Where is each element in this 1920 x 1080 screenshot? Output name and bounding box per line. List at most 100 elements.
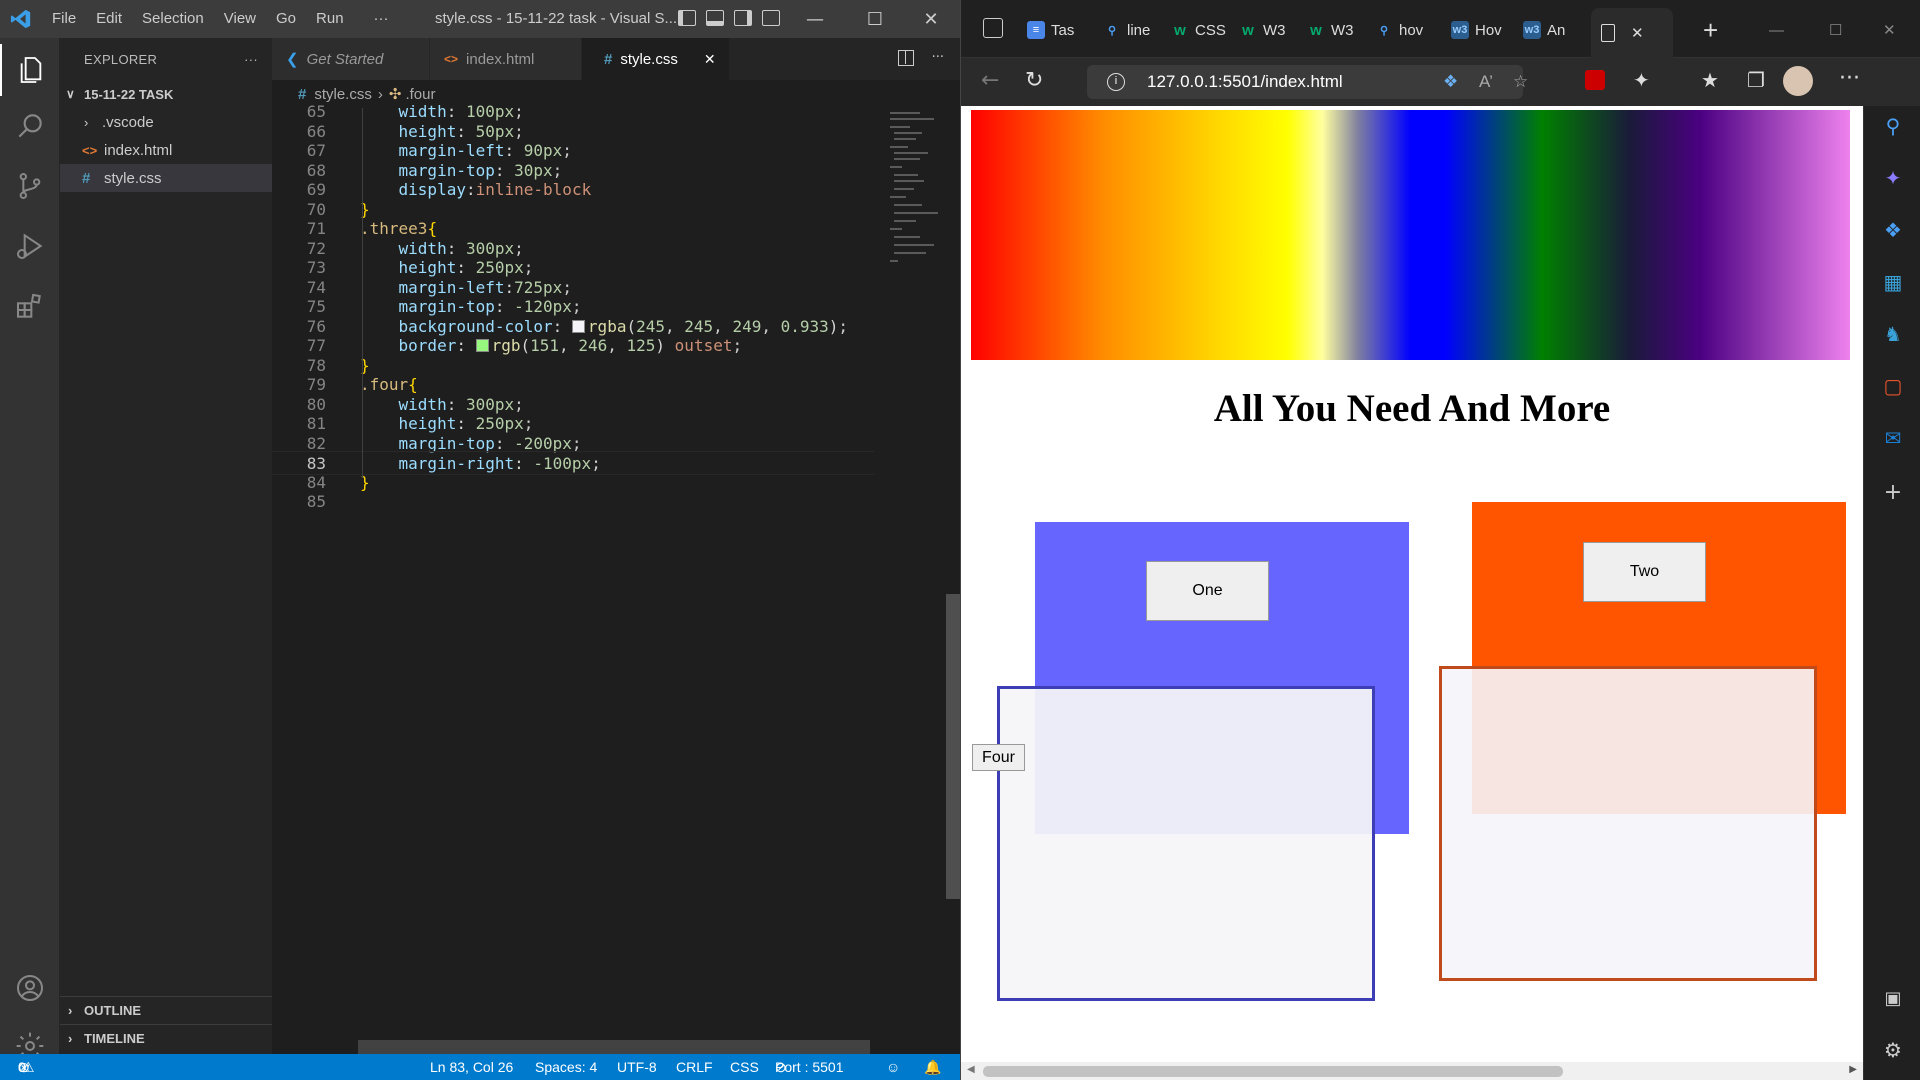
run-debug-icon[interactable] [0,220,60,272]
search-icon[interactable]: ⚲ [1864,106,1920,146]
title-bar: File Edit Selection View Go Run ··· styl… [0,0,960,38]
games-icon[interactable]: ♞ [1864,314,1920,354]
accounts-icon[interactable] [0,962,60,1014]
outline-section[interactable]: › OUTLINE [60,996,272,1023]
page-heading: All You Need And More [1213,387,1611,430]
browser-tab[interactable]: ≡ Tas [1027,14,1074,46]
close-tab-icon[interactable]: ✕ [1631,24,1644,42]
favorites-icon[interactable]: ★ [1701,68,1719,92]
notifications-bell-icon[interactable]: 🔔 [924,1054,941,1080]
address-bar[interactable]: i 127.0.0.1:5501/index.html ❖ A’ ☆ [1087,65,1528,99]
line-ending[interactable]: CRLF [676,1054,713,1080]
browser-tab[interactable]: ⚲ line [1103,14,1150,46]
more-actions-icon[interactable]: ··· [932,50,944,66]
more-menu-icon[interactable]: ··· [1839,66,1860,91]
tree-item-vscode[interactable]: › .vscode [60,108,272,136]
w3-icon: w3 [1451,21,1469,39]
add-icon[interactable]: + [1864,472,1920,512]
code-line[interactable]: 85 [272,490,874,514]
code-editor[interactable]: 65 width: 100px; 66 height: 50px; 67 margi… [272,102,874,1054]
browser-tab-label: Hov [1475,21,1502,39]
toggle-panel-icon[interactable] [706,10,724,26]
search-icon[interactable] [0,100,60,152]
menu-selection[interactable]: Selection [132,0,214,38]
browser-tab-label: CSS [1195,21,1226,39]
minimap[interactable] [884,108,946,278]
extensions-puzzle-icon[interactable]: ✦ [1633,68,1650,92]
tree-item-index-html[interactable]: <> index.html [60,136,272,164]
editor-vertical-scrollbar[interactable] [946,594,960,899]
settings-gear-icon[interactable]: ⚙ [1864,1030,1920,1070]
maximize-button[interactable]: ☐ [852,0,898,38]
tree-item-style-css[interactable]: # style.css [60,164,272,192]
copilot-sparkle-icon[interactable]: ✦ [1864,158,1920,198]
close-button[interactable]: ✕ [1883,14,1896,46]
browser-tab[interactable]: w3 An [1523,14,1565,46]
minimize-button[interactable]: — [1769,14,1784,46]
hide-sidebar-icon[interactable]: ▣ [1864,978,1920,1018]
color-swatch[interactable] [571,319,585,333]
layout-controls [678,10,780,26]
maximize-button[interactable]: ☐ [1829,14,1842,46]
editor-horizontal-scrollbar[interactable] [358,1040,870,1054]
button-two[interactable]: Two [1583,542,1706,602]
browser-tab[interactable]: ⚲ hov [1375,14,1423,46]
new-tab-button[interactable]: + [1703,14,1718,46]
minimize-button[interactable]: — [792,0,838,38]
button-one[interactable]: One [1146,561,1269,621]
tab-actions-icon[interactable] [983,18,1003,38]
browser-tab[interactable]: w W3 [1307,14,1353,46]
outlook-icon[interactable]: ✉ [1864,418,1920,458]
favorite-add-icon[interactable]: ☆ [1513,65,1528,99]
extension-shield-icon[interactable] [1585,70,1605,90]
menu-go[interactable]: Go [266,0,306,38]
activity-bar [0,38,60,1060]
shopping-tag-icon[interactable]: ❖ [1864,210,1920,250]
editor-tabs: ❮ Get Started <> index.html # style.css … [272,38,960,80]
refresh-icon[interactable]: ↻ [1025,68,1043,93]
scrollbar-thumb[interactable] [983,1066,1563,1077]
close-button[interactable]: ✕ [908,0,954,38]
tab-get-started[interactable]: ❮ Get Started [272,38,430,80]
close-tab-icon[interactable]: ✕ [704,51,716,68]
scroll-left-icon[interactable]: ◀ [967,1064,975,1075]
button-four[interactable]: Four [972,744,1025,771]
toggle-secondary-sidebar-icon[interactable] [734,10,752,26]
page-horizontal-scrollbar[interactable]: ◀ ▶ [961,1062,1863,1080]
tab-style-css[interactable]: # style.css ✕ [582,38,730,80]
menu-file[interactable]: File [42,0,86,38]
cursor-position[interactable]: Ln 83, Col 26 [430,1054,513,1080]
explorer-icon[interactable] [0,44,60,96]
split-editor-icon[interactable] [897,50,914,66]
indentation[interactable]: Spaces: 4 [535,1054,597,1080]
back-arrow-icon[interactable]: ← [981,68,999,93]
menu-run[interactable]: Run [306,0,354,38]
read-aloud-icon[interactable]: A’ [1479,65,1493,99]
collections-icon[interactable]: ❐ [1747,68,1765,92]
menu-edit[interactable]: Edit [86,0,132,38]
color-swatch[interactable] [475,339,489,352]
browser-tab[interactable]: w W3 [1239,14,1285,46]
office-icon[interactable]: ▢ [1864,366,1920,406]
feedback-icon[interactable]: ☺ [886,1054,900,1080]
tab-index-html[interactable]: <> index.html [430,38,582,80]
active-browser-tab[interactable]: ✕ [1591,8,1673,58]
menu-more[interactable]: ··· [354,0,399,38]
explorer-more-button[interactable]: ··· [244,52,258,67]
timeline-section[interactable]: › TIMELINE [60,1024,272,1051]
profile-avatar[interactable] [1783,66,1813,96]
customize-layout-icon[interactable] [762,10,780,26]
extensions-icon[interactable] [0,280,60,332]
coupon-icon[interactable]: ❖ [1443,65,1458,99]
language-mode[interactable]: CSS [730,1054,759,1080]
scroll-right-icon[interactable]: ▶ [1849,1064,1857,1075]
browser-tab[interactable]: w3 Hov [1451,14,1502,46]
browser-tab[interactable]: w CSS [1171,14,1226,46]
source-control-icon[interactable] [0,160,60,212]
menu-view[interactable]: View [214,0,266,38]
toggle-sidebar-icon[interactable] [678,10,696,26]
folder-root[interactable]: ∨ 15-11-22 TASK [60,80,272,108]
tools-briefcase-icon[interactable]: ▦ [1864,262,1920,302]
encoding[interactable]: UTF-8 [617,1054,657,1080]
html-file-icon: <> [444,52,459,66]
